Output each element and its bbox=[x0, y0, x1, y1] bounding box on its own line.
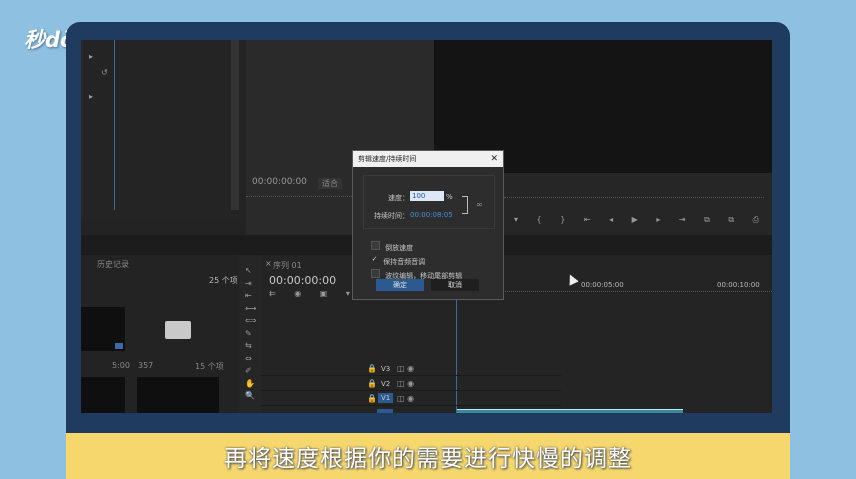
track-v3: 🔒 V3 ◫ ◉ bbox=[261, 363, 561, 376]
track-label: V3 bbox=[381, 365, 391, 373]
program-ruler bbox=[504, 197, 764, 204]
dialog-title: 剪辑速度/持续时间 bbox=[358, 155, 417, 163]
speed-label: 速度： bbox=[388, 194, 409, 202]
track-v2: 🔒 V2 ◫ ◉ bbox=[261, 378, 561, 391]
eye-icon[interactable]: ◫ ◉ bbox=[397, 379, 414, 388]
pitch-checkbox[interactable]: ✓ bbox=[371, 256, 378, 263]
bin-name: 357 bbox=[138, 361, 154, 370]
ok-button[interactable]: 确定 bbox=[376, 279, 424, 291]
keyframe-icon[interactable]: ▸ bbox=[89, 52, 93, 61]
project-panel: 历史记录 25 个项 5:00 357 15 个项 bbox=[81, 255, 239, 413]
speed-input[interactable]: 100 bbox=[410, 191, 444, 201]
ruler-mark-10s: 00:00:10:00 bbox=[717, 281, 760, 289]
clip-thumbnail-3[interactable] bbox=[137, 377, 219, 413]
item-count: 25 个项 bbox=[209, 276, 238, 285]
subtitle-bar: 再将速度根据你的需要进行快慢的调整 bbox=[66, 433, 790, 479]
scrollbar[interactable] bbox=[231, 40, 239, 210]
tools-panel: ↖ ⇥ ⇤ ⟷ ⟺ ✎ ⇆ ⇔ ✐ ✋ 🔍 bbox=[239, 255, 261, 413]
eye-icon[interactable]: ◫ ◉ bbox=[397, 394, 414, 403]
timeline-tool-icons[interactable]: ⇇ ◉ ▣ ▾ bbox=[269, 289, 358, 298]
speed-group: 速度： 100 % ∞ 持续时间： 00:00:08:05 bbox=[363, 175, 495, 229]
v1-clip[interactable] bbox=[377, 409, 393, 413]
folder-icon[interactable] bbox=[165, 321, 191, 339]
cancel-button[interactable]: 取消 bbox=[431, 279, 479, 291]
track-label: V2 bbox=[381, 380, 391, 388]
selection-tools[interactable]: ↖ ⇥ ⇤ ⟷ ⟺ ✎ ⇆ ⇔ ✐ ✋ 🔍 bbox=[245, 265, 256, 403]
sequence-tab[interactable]: 序列 01 bbox=[273, 260, 302, 271]
duration-label: 持续时间： bbox=[374, 212, 409, 220]
clip-speed-dialog: 剪辑速度/持续时间 ✕ 速度： 100 % ∞ 持续时间： 00:00:08:0… bbox=[352, 150, 504, 300]
lock-icon[interactable]: 🔒 bbox=[367, 364, 377, 373]
clip-badge-icon bbox=[115, 343, 123, 349]
expand-icon[interactable]: ▸ bbox=[89, 92, 93, 101]
lock-icon[interactable]: 🔒 bbox=[367, 394, 377, 403]
lock-icon[interactable]: 🔒 bbox=[367, 379, 377, 388]
ruler-mark-5s: 00:00:05:00 bbox=[581, 281, 624, 289]
bin-count: 15 个项 bbox=[195, 362, 224, 371]
history-tab[interactable]: 历史记录 bbox=[97, 259, 129, 270]
speed-unit: % bbox=[446, 193, 453, 201]
timeline-timecode: 00:00:00:00 bbox=[269, 274, 337, 287]
track-label: V1 bbox=[378, 393, 394, 403]
zoom-select[interactable]: 适合 bbox=[318, 178, 342, 189]
subtitle-text: 再将速度根据你的需要进行快慢的调整 bbox=[224, 446, 632, 472]
duration-value[interactable]: 00:00:08:05 bbox=[410, 211, 453, 219]
panel-divider bbox=[114, 40, 115, 210]
timeline-panel: 序列 01 × 00:00:00:00 ⇇ ◉ ▣ ▾ 00:00:05:00 … bbox=[261, 255, 772, 413]
close-icon[interactable]: × bbox=[265, 259, 272, 268]
eye-icon[interactable]: ◫ ◉ bbox=[397, 364, 414, 373]
close-icon[interactable]: ✕ bbox=[490, 151, 498, 167]
reset-icon[interactable]: ↺ bbox=[101, 68, 108, 77]
clip-thumbnail-2[interactable] bbox=[81, 377, 125, 413]
track-v1: 🔒 V1 ◫ ◉ bbox=[261, 393, 561, 406]
ripple-checkbox[interactable] bbox=[371, 269, 380, 278]
link-icon[interactable]: ∞ bbox=[476, 200, 483, 209]
effect-controls-panel: ▸ ↺ ▸ bbox=[81, 40, 241, 220]
link-bracket bbox=[462, 196, 468, 214]
source-timecode: 00:00:00:00 bbox=[252, 177, 307, 187]
dialog-titlebar: 剪辑速度/持续时间 ✕ bbox=[353, 151, 503, 167]
transport-controls[interactable]: ▾ { } ⇤ ◂ ▶ ▸ ⇥ ⧉ ⧉ ⎙ bbox=[514, 215, 767, 225]
clip-duration: 5:00 bbox=[112, 361, 130, 370]
timeline-clip[interactable] bbox=[457, 409, 683, 413]
